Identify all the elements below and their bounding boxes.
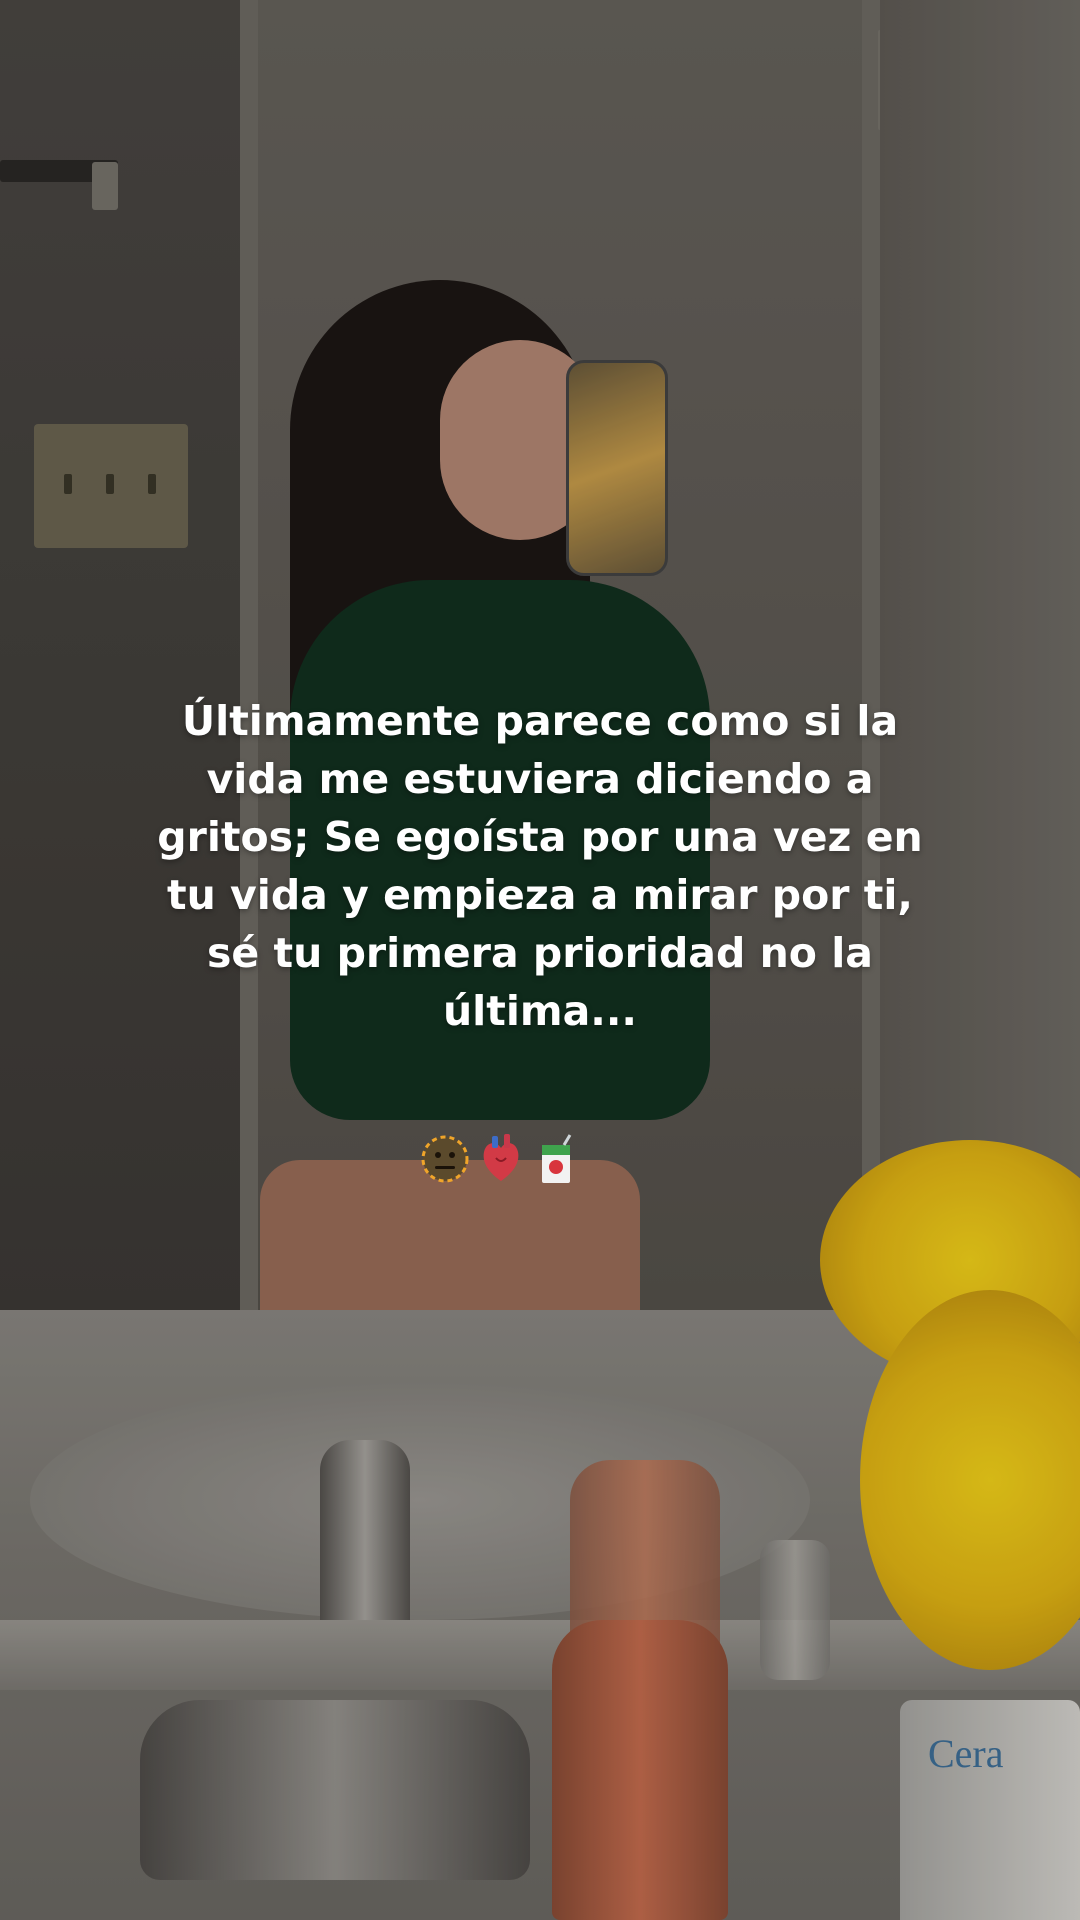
- faucet-reflection: [320, 1440, 410, 1640]
- phone-with-sunflower-case: [566, 360, 668, 576]
- left-wall: [0, 0, 250, 1320]
- emoji-row: [420, 1134, 580, 1194]
- towel-bar-bracket: [92, 162, 118, 210]
- soap-bottle: [552, 1620, 728, 1920]
- neutral-face-icon: [420, 1134, 470, 1184]
- small-bottle: [760, 1540, 830, 1680]
- light-switch-plate: [34, 424, 188, 548]
- anatomical-heart-icon: [476, 1134, 525, 1184]
- faucet: [140, 1700, 530, 1880]
- caption-text: Últimamente parece como si la vida me es…: [157, 697, 923, 1035]
- mirror-selfie-photo: Cera Últimamente parece como si la vida …: [0, 0, 1080, 1920]
- bottle-label: Cera: [928, 1731, 1004, 1776]
- juice-box-icon: [531, 1134, 580, 1184]
- cerave-bottle: Cera: [900, 1700, 1080, 1920]
- right-wall: [880, 0, 1080, 1320]
